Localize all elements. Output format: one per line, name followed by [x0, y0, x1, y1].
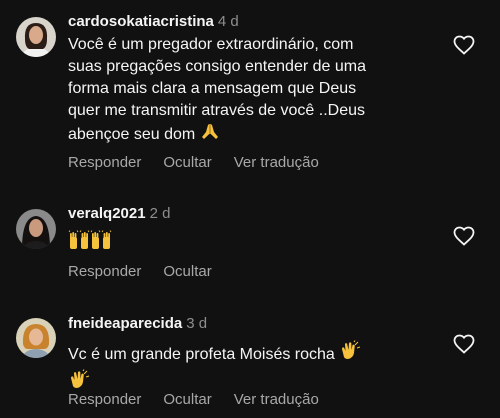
hide-button[interactable]: Ocultar — [163, 263, 211, 280]
comment-text: Você é um pregador extraordinário, com s… — [68, 34, 440, 149]
like-heart-icon[interactable] — [452, 224, 476, 248]
comment-text-line: suas pregações consigo entender de uma — [68, 58, 366, 75]
translate-button[interactable]: Ver tradução — [234, 391, 319, 408]
username[interactable]: cardosokatiacristina — [68, 13, 214, 30]
timestamp: 3 d — [186, 315, 208, 332]
comment-actions: Responder Ocultar Ver tradução — [68, 154, 341, 171]
clapping-hands-icon — [339, 340, 361, 369]
praying-hands-icon — [200, 122, 220, 149]
avatar-image — [16, 209, 56, 249]
comment-text-line: Você é um pregador extraordinário, com — [68, 36, 354, 53]
avatar-image — [16, 17, 56, 57]
comment-actions: Responder Ocultar Ver tradução — [68, 391, 341, 408]
comment-header: fneideaparecida 3 d — [68, 314, 440, 334]
avatar-image — [16, 318, 56, 358]
timestamp: 4 d — [217, 13, 239, 30]
like-heart-icon[interactable] — [452, 33, 476, 57]
avatar[interactable] — [16, 318, 56, 358]
comment-text-segment: Vc é um grande profeta Moisés rocha — [68, 346, 335, 363]
reply-button[interactable]: Responder — [68, 391, 141, 408]
username[interactable]: veralq2021 — [68, 205, 146, 222]
avatar[interactable] — [16, 17, 56, 57]
hide-button[interactable]: Ocultar — [163, 391, 211, 408]
comment-text-line: Vc é um grande profeta Moisés rocha — [68, 340, 440, 369]
hide-button[interactable]: Ocultar — [163, 154, 211, 171]
username[interactable]: fneideaparecida — [68, 315, 182, 332]
comment-text-line: quer me transmitir através de você ..Deu… — [68, 102, 366, 119]
comment-text-line: forma mais clara a mensagem que Deus — [68, 80, 357, 97]
reply-button[interactable]: Responder — [68, 263, 141, 280]
comment-text-segment: abençoe seu dom — [68, 126, 196, 143]
like-heart-icon[interactable] — [452, 332, 476, 356]
comment-text: Vc é um grande profeta Moisés rocha — [68, 340, 440, 398]
avatar[interactable] — [16, 209, 56, 249]
raising-hands-icon — [68, 230, 90, 259]
comment-header: veralq2021 2 d — [68, 204, 440, 224]
timestamp: 2 d — [149, 205, 171, 222]
comment-header: cardosokatiacristina 4 d — [68, 12, 440, 32]
translate-button[interactable]: Ver tradução — [234, 154, 319, 171]
comment-text-line: abençoe seu dom — [68, 122, 440, 149]
comment-text — [68, 230, 440, 259]
comment-actions: Responder Ocultar — [68, 263, 234, 280]
raising-hands-icon — [90, 230, 112, 259]
reply-button[interactable]: Responder — [68, 154, 141, 171]
